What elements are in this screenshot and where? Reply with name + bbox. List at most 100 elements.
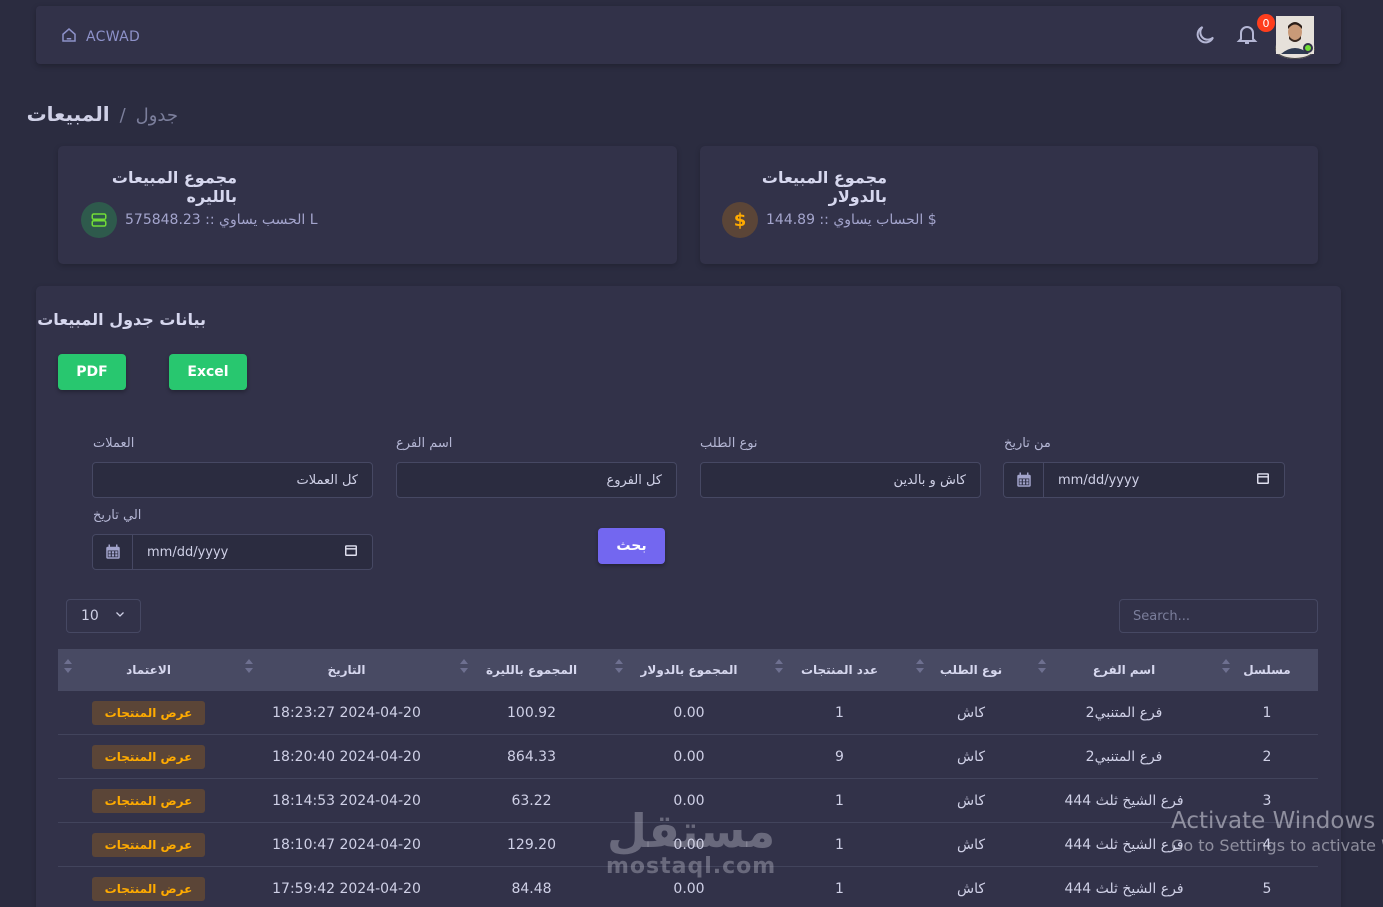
- to-date-input[interactable]: mm/dd/yyyy: [132, 534, 373, 570]
- currency-select-value: كل العملات: [296, 472, 358, 488]
- export-pdf-button[interactable]: PDF: [58, 354, 126, 390]
- lira-total-value: 575848.23 :: الحسب يساوي L: [125, 212, 318, 228]
- date-picker-icon[interactable]: [344, 543, 358, 561]
- cell-total-lira: 84.48: [511, 880, 552, 897]
- cell-total-lira: 864.33: [507, 748, 556, 765]
- activate-windows-subtitle: Go to Settings to activate W: [1171, 836, 1383, 855]
- cell-approval: عرض المنتجات: [58, 823, 239, 866]
- brand-name: ACWAD: [86, 29, 141, 45]
- cell-approval: عرض المنتجات: [58, 867, 239, 907]
- cell-order-type: كاش: [956, 792, 986, 809]
- breadcrumb: جدول / المبيعات: [27, 102, 178, 126]
- panel-title: بيانات جدول المبيعات: [37, 310, 206, 329]
- cell-product-count: 9: [835, 748, 844, 765]
- cell-approval: عرض المنتجات: [58, 735, 239, 778]
- watermark-arabic: مستقل: [607, 804, 776, 858]
- lira-card-title: مجموع المبيعات بالليره: [111, 168, 237, 206]
- table-search-placeholder: Search...: [1133, 608, 1191, 624]
- cell-serial: 1: [1262, 704, 1272, 721]
- table-header: مسلسل اسم الفرع نوع الطلب عدد المنتجات ا…: [58, 649, 1318, 691]
- branch-label: اسم الفرع: [396, 436, 453, 451]
- cell-product-count: 1: [835, 792, 844, 809]
- to-date-label: الي تاريخ: [93, 508, 142, 523]
- home-icon: [60, 26, 78, 48]
- view-products-button[interactable]: عرض المنتجات: [91, 788, 206, 813]
- from-date-calendar-icon[interactable]: [1003, 462, 1044, 498]
- cell-serial: 2: [1262, 748, 1272, 765]
- page-title: المبيعات: [26, 102, 110, 126]
- currency-label: العملات: [93, 436, 135, 451]
- page-length-select[interactable]: 10: [66, 599, 141, 633]
- view-products-button[interactable]: عرض المنتجات: [91, 876, 206, 901]
- cell-product-count: 1: [835, 704, 844, 721]
- cell-branch: فرع المتنبي2: [1085, 704, 1163, 721]
- column-header[interactable]: التاريخ: [239, 649, 454, 691]
- mostaql-watermark: مستقل mostaql.com: [606, 808, 776, 879]
- top-navbar: ACWAD 0: [36, 6, 1341, 64]
- dark-mode-toggle-moon-icon[interactable]: [1193, 23, 1217, 47]
- cell-date: 2024-04-20 18:10:47: [272, 836, 421, 853]
- order-type-select-value: كاش و بالدين: [893, 472, 966, 488]
- column-header[interactable]: عدد المنتجات: [769, 649, 910, 691]
- cell-total-usd: 0.00: [673, 704, 705, 721]
- breadcrumb-parent[interactable]: جدول: [136, 105, 178, 126]
- export-excel-button[interactable]: Excel: [169, 354, 247, 390]
- cell-order-type: كاش: [956, 748, 986, 765]
- to-date-calendar-icon[interactable]: [92, 534, 133, 570]
- column-header[interactable]: المجموع بالدولار: [609, 649, 769, 691]
- order-type-label: نوع الطلب: [700, 436, 758, 451]
- branch-select[interactable]: كل الفروع: [396, 462, 677, 498]
- cell-total-lira: 100.92: [507, 704, 556, 721]
- lira-sales-card: مجموع المبيعات بالليره 575848.23 :: الحس…: [58, 146, 677, 264]
- column-header[interactable]: الاعتماد: [58, 649, 239, 691]
- activate-windows-notice: Activate Windows Go to Settings to activ…: [1171, 808, 1383, 855]
- dollar-icon: $: [722, 202, 758, 238]
- cell-total-lira: 129.20: [507, 836, 556, 853]
- brand[interactable]: ACWAD: [60, 26, 140, 48]
- date-picker-icon[interactable]: [1256, 471, 1270, 489]
- to-date-value: mm/dd/yyyy: [147, 544, 229, 560]
- cell-approval: عرض المنتجات: [58, 779, 239, 822]
- page-length-value: 10: [81, 608, 99, 624]
- online-status-dot: [1303, 43, 1313, 53]
- branch-select-value: كل الفروع: [606, 472, 662, 488]
- notification-count-badge: 0: [1257, 14, 1275, 32]
- search-button[interactable]: بحث: [598, 528, 665, 564]
- column-header[interactable]: اسم الفرع: [1032, 649, 1216, 691]
- column-header[interactable]: نوع الطلب: [910, 649, 1032, 691]
- order-type-select[interactable]: كاش و بالدين: [700, 462, 981, 498]
- from-date-value: mm/dd/yyyy: [1058, 472, 1140, 488]
- user-avatar[interactable]: [1275, 16, 1315, 59]
- cell-branch: فرع المتنبي2: [1085, 748, 1163, 765]
- cell-product-count: 1: [835, 880, 844, 897]
- watermark-english: mostaql.com: [606, 854, 777, 879]
- view-products-button[interactable]: عرض المنتجات: [91, 832, 206, 857]
- cell-date: 2024-04-20 17:59:42: [272, 880, 421, 897]
- notifications-bell-icon[interactable]: 0: [1235, 14, 1275, 48]
- activate-windows-title: Activate Windows: [1171, 808, 1376, 834]
- column-header[interactable]: المجموع بالليرة: [454, 649, 609, 691]
- cell-product-count: 1: [835, 836, 844, 853]
- cell-order-type: كاش: [956, 880, 986, 897]
- from-date-input[interactable]: mm/dd/yyyy: [1043, 462, 1285, 498]
- cell-total-usd: 0.00: [673, 748, 705, 765]
- dollar-card-title: مجموع المبيعات بالدولار: [761, 168, 887, 206]
- cell-date: 2024-04-20 18:14:53: [272, 792, 421, 809]
- cell-date: 2024-04-20 18:20:40: [272, 748, 421, 765]
- chevron-down-icon: [114, 608, 126, 624]
- currency-select[interactable]: كل العملات: [92, 462, 373, 498]
- breadcrumb-separator: /: [119, 105, 126, 126]
- column-header[interactable]: مسلسل: [1216, 649, 1318, 691]
- cell-date: 2024-04-20 18:23:27: [272, 704, 421, 721]
- view-products-button[interactable]: عرض المنتجات: [91, 744, 206, 769]
- cell-order-type: كاش: [956, 704, 986, 721]
- cell-order-type: كاش: [956, 836, 986, 853]
- view-products-button[interactable]: عرض المنتجات: [91, 700, 206, 725]
- server-icon: [81, 202, 117, 238]
- cell-serial: 5: [1262, 880, 1272, 897]
- table-row: 2 فرع المتنبي2 كاش 9 0.00 864.33 2024-04…: [58, 735, 1318, 779]
- cell-approval: عرض المنتجات: [58, 691, 239, 734]
- cell-branch: فرع الشيخ ثلث 444: [1064, 880, 1184, 897]
- dollar-total-value: 144.89 :: الحساب يساوي $: [766, 212, 937, 228]
- table-search-input[interactable]: Search...: [1119, 599, 1318, 633]
